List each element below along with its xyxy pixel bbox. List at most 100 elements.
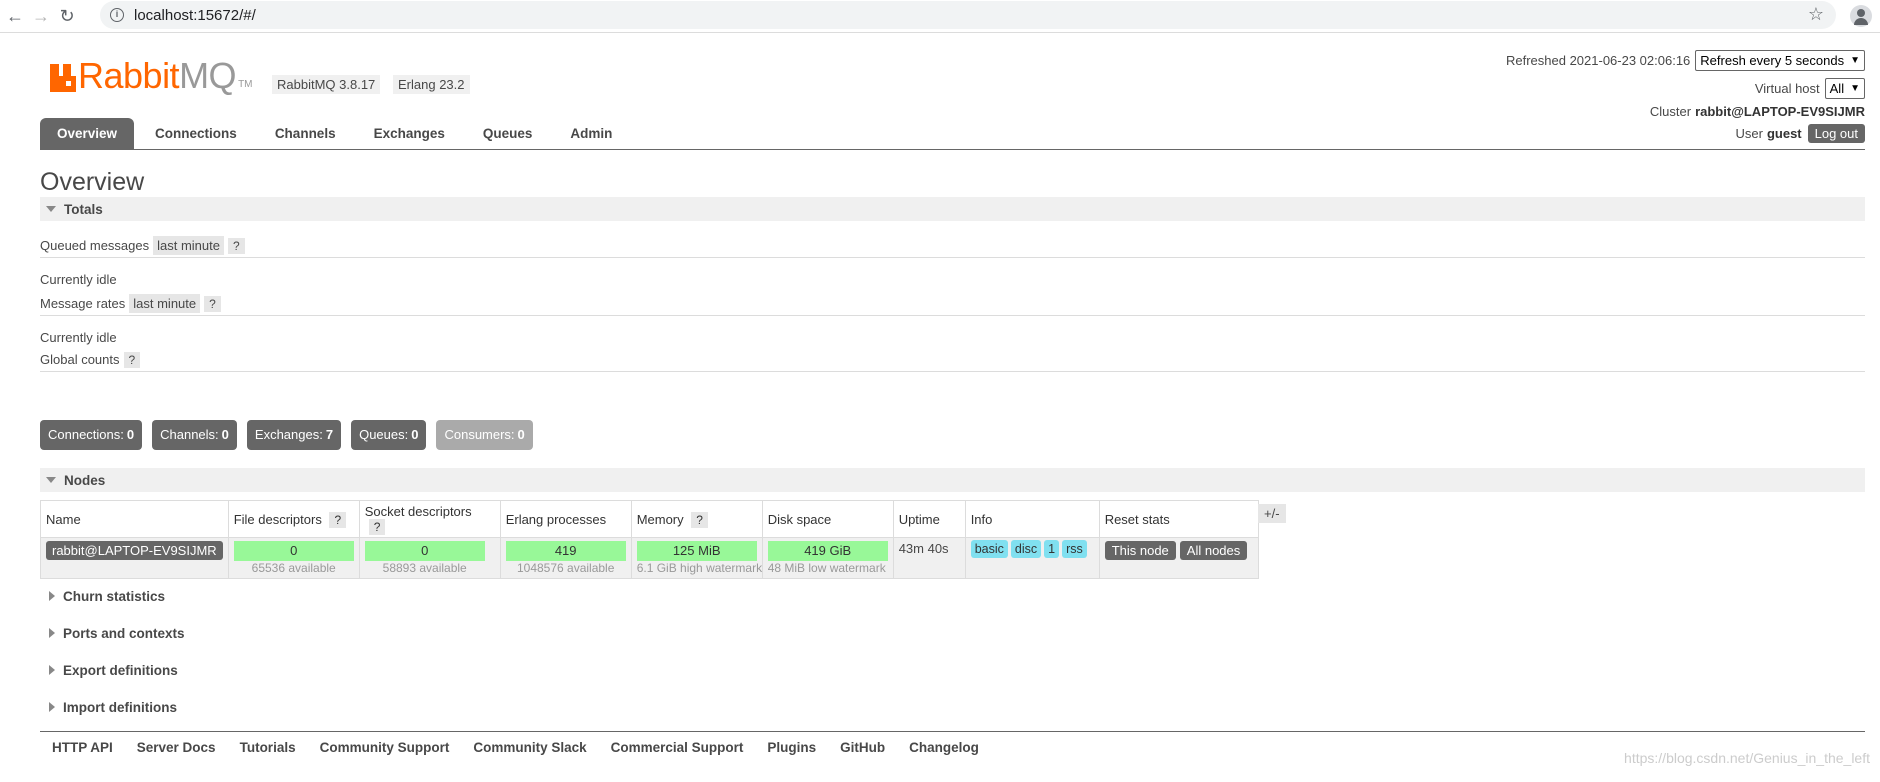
tab-admin[interactable]: Admin [553, 118, 629, 150]
count-value: 0 [126, 427, 135, 442]
site-info-icon[interactable]: i [110, 8, 124, 22]
erlang-processes-bar: 419 [505, 541, 626, 561]
tab-exchanges[interactable]: Exchanges [357, 118, 462, 150]
column-toggle-button[interactable]: +/- [1258, 504, 1286, 523]
queued-messages-label: Queued messages [40, 238, 150, 253]
help-button[interactable]: ? [204, 296, 221, 312]
ports-and-contexts-toggle[interactable]: Ports and contexts [40, 621, 1865, 645]
cluster-name: rabbit@LAPTOP-EV9SIJMR [1695, 103, 1865, 119]
vhost-select[interactable]: All ▼ [1824, 77, 1865, 99]
column-header: Uptime [892, 500, 966, 538]
count-value: 0 [517, 427, 525, 442]
expand-triangle-icon [49, 591, 55, 601]
column-header: Info [964, 500, 1100, 538]
export-definitions-toggle[interactable]: Export definitions [40, 658, 1865, 682]
queued-messages-row: Queued messages last minute? [40, 236, 1865, 258]
reload-icon[interactable]: ↻ [54, 3, 80, 29]
nodes-section-toggle[interactable]: Nodes [40, 468, 1865, 492]
count-label: Exchanges: [254, 427, 323, 442]
churn-statistics-toggle[interactable]: Churn statistics [40, 584, 1865, 608]
erlang-processes-cell: 419 1048576 available [499, 537, 632, 579]
footer-link-plugins[interactable]: Plugins [767, 740, 816, 755]
socket-descriptors-cell: 0 58893 available [358, 537, 501, 579]
column-header-label: Socket descriptors [364, 504, 472, 519]
channels-count[interactable]: Channels: 0 [152, 420, 237, 450]
disk-space-bar: 419 GiB [767, 541, 888, 561]
profile-avatar-icon[interactable] [1850, 5, 1872, 27]
footer-link-http-api[interactable]: HTTP API [52, 740, 113, 755]
footer-link-community-slack[interactable]: Community Slack [473, 740, 586, 755]
footer-link-tutorials[interactable]: Tutorials [240, 740, 296, 755]
node-link[interactable]: rabbit@LAPTOP-EV9SIJMR [46, 541, 223, 560]
footer-link-server-docs[interactable]: Server Docs [137, 740, 216, 755]
rabbitmq-logo[interactable]: Rabbit MQ TM [50, 55, 253, 96]
global-counts-label: Global counts [40, 352, 120, 367]
footer-link-commercial-support[interactable]: Commercial Support [611, 740, 744, 755]
tab-overview[interactable]: Overview [40, 118, 135, 150]
chevron-down-icon: ▼ [1850, 82, 1860, 94]
info-cell: basic disc 1 rss [964, 537, 1100, 579]
column-header: Socket descriptors ? [358, 500, 501, 538]
table-header-row: Name File descriptors ? Socket descripto… [40, 500, 1259, 538]
tab-connections[interactable]: Connections [138, 118, 254, 150]
watermark-text: https://blog.csdn.net/Genius_in_the_left [1624, 750, 1870, 766]
connections-count[interactable]: Connections: 0 [40, 420, 143, 450]
chevron-down-icon: ▼ [1850, 54, 1860, 66]
memory-watermark: 6.1 GiB high watermark [636, 561, 763, 575]
footer-link-changelog[interactable]: Changelog [909, 740, 979, 755]
queued-messages-idle: Currently idle [40, 272, 117, 287]
collapse-triangle-icon [46, 206, 56, 212]
section-heading: Export definitions [63, 662, 178, 678]
file-descriptors-bar: 0 [233, 541, 354, 561]
count-label: Queues: [359, 427, 409, 442]
totals-section-toggle[interactable]: Totals [40, 197, 1865, 221]
count-value: 0 [411, 427, 419, 442]
message-rates-idle: Currently idle [40, 330, 117, 345]
help-button[interactable]: ? [691, 511, 708, 528]
disk-space-watermark: 48 MiB low watermark [767, 561, 886, 575]
reset-all-nodes-button[interactable]: All nodes [1179, 541, 1248, 560]
message-rates-label: Message rates [40, 296, 126, 311]
refresh-interval-select[interactable]: Refresh every 5 seconds ▼ [1695, 49, 1865, 71]
global-counts-row: Global counts? [40, 352, 1865, 372]
column-header-label: Memory [636, 511, 684, 527]
memory-bar: 125 MiB [636, 541, 757, 561]
back-icon[interactable]: ← [2, 3, 28, 29]
info-badge-basic: basic [970, 540, 1008, 558]
section-heading: Ports and contexts [63, 625, 185, 641]
count-label: Channels: [160, 427, 219, 442]
help-button[interactable]: ? [329, 511, 347, 528]
erlang-version: Erlang 23.2 [393, 75, 470, 94]
reset-this-node-button[interactable]: This node [1104, 541, 1176, 560]
consumers-count[interactable]: Consumers: 0 [436, 420, 533, 450]
forward-icon[interactable]: → [28, 3, 54, 29]
totals-heading: Totals [64, 201, 103, 217]
info-badge-rss: rss [1062, 540, 1087, 558]
logo-trademark: TM [238, 79, 253, 90]
queued-range-select[interactable]: last minute [153, 236, 224, 255]
count-value: 0 [221, 427, 229, 442]
refreshed-timestamp: Refreshed 2021-06-23 02:06:16 [1505, 52, 1691, 68]
bookmark-star-icon[interactable]: ☆ [1808, 4, 1824, 25]
help-button[interactable]: ? [368, 519, 386, 535]
column-header: File descriptors ? [227, 500, 360, 538]
info-badge-disc: disc [1010, 540, 1042, 558]
help-button[interactable]: ? [123, 352, 141, 368]
table-row: rabbit@LAPTOP-EV9SIJMR 0 65536 available… [40, 537, 1259, 579]
exchanges-count[interactable]: Exchanges: 7 [246, 420, 342, 450]
footer-link-github[interactable]: GitHub [840, 740, 885, 755]
page-title: Overview [40, 168, 145, 196]
tab-queues[interactable]: Queues [466, 118, 550, 150]
rabbitmq-logo-icon [50, 64, 76, 92]
disk-space-cell: 419 GiB 48 MiB low watermark [761, 537, 894, 579]
queues-count[interactable]: Queues: 0 [351, 420, 427, 450]
rates-range-select[interactable]: last minute [129, 294, 201, 313]
footer-link-community-support[interactable]: Community Support [320, 740, 450, 755]
help-button[interactable]: ? [228, 238, 245, 254]
column-header: Memory ? [630, 500, 763, 538]
import-definitions-toggle[interactable]: Import definitions [40, 695, 1865, 719]
tab-channels[interactable]: Channels [258, 118, 353, 150]
address-bar[interactable]: i localhost:15672/#/ ☆ [100, 1, 1836, 29]
logo-text-rabbit: Rabbit [78, 55, 180, 96]
file-descriptors-cell: 0 65536 available [227, 537, 360, 579]
